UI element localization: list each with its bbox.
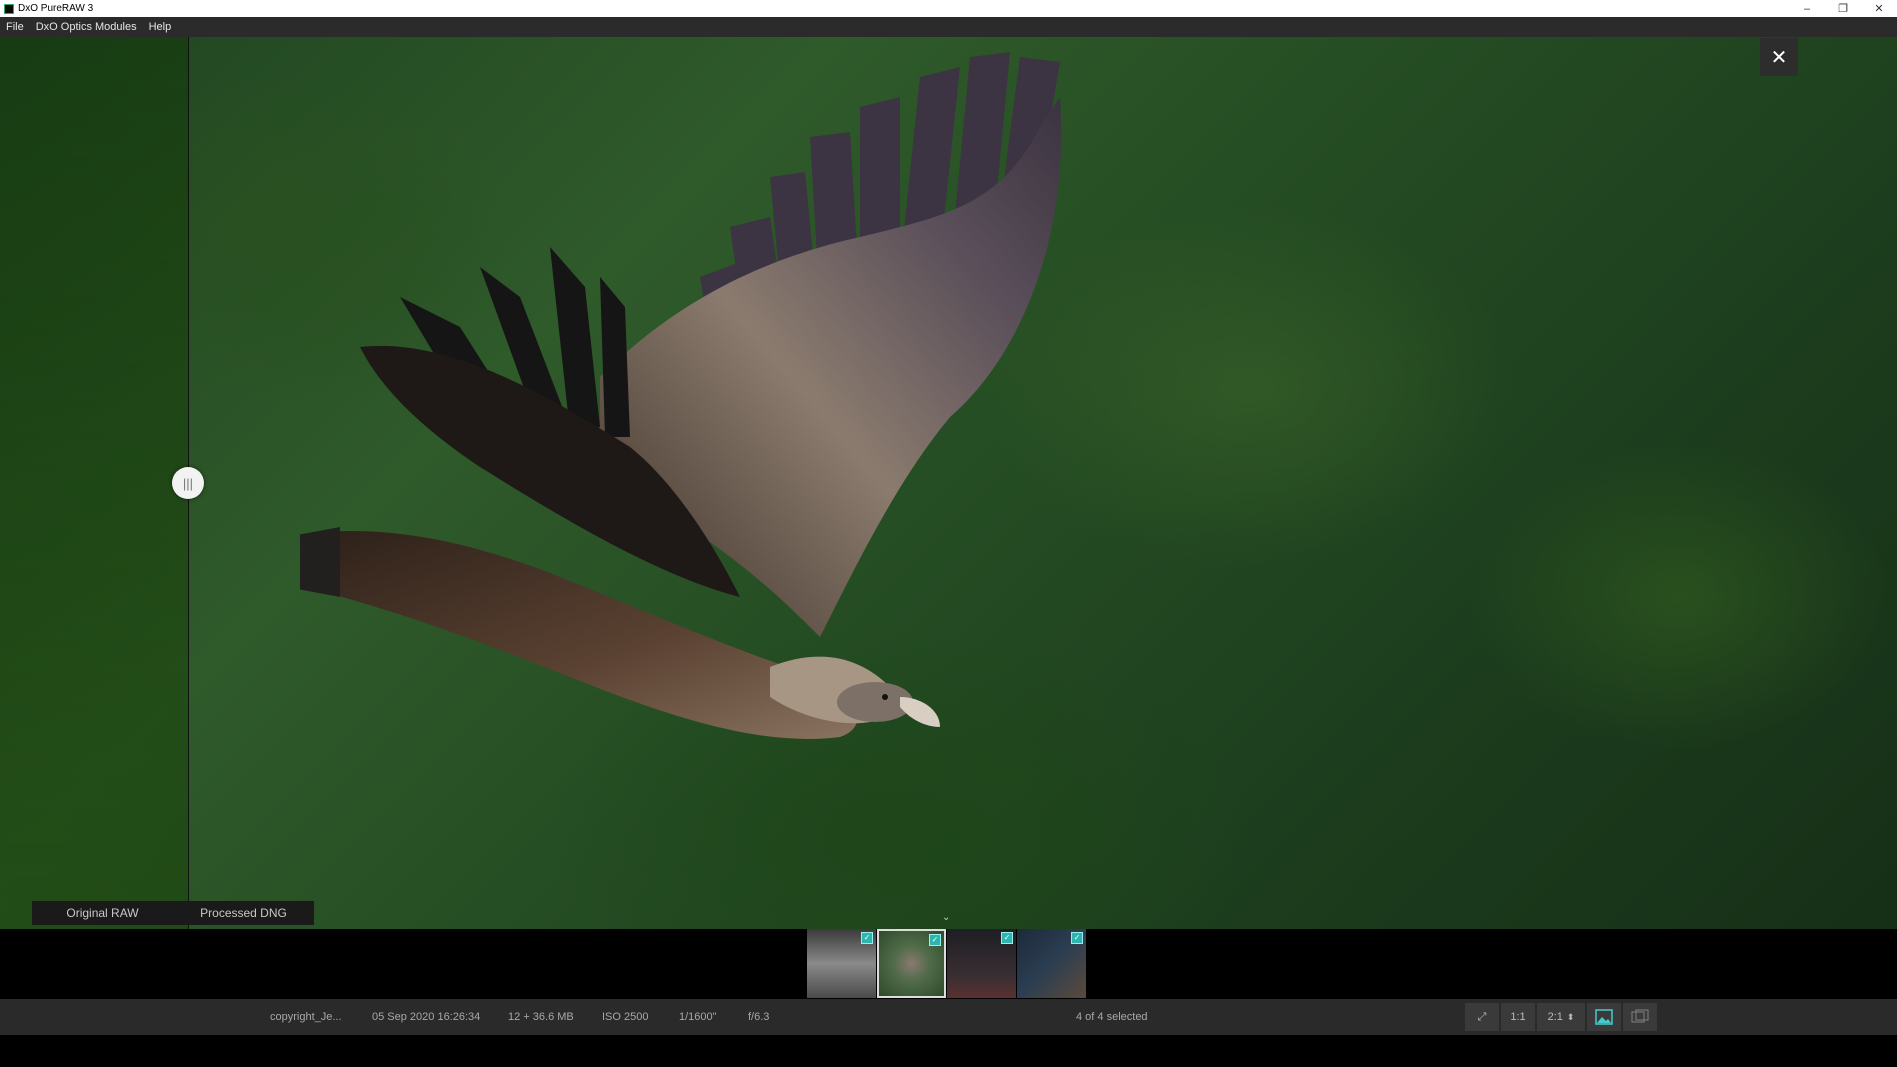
minimize-button[interactable]: – (1789, 0, 1825, 17)
single-view-icon[interactable] (1587, 1003, 1621, 1031)
window-controls: – ❐ ✕ (1789, 0, 1897, 17)
menu-file[interactable]: File (0, 21, 30, 33)
filmstrip: ✓ ✓ ✓ ✓ (0, 929, 1897, 999)
image-icon (1595, 1009, 1613, 1025)
fit-to-screen-icon[interactable]: ⤢ (1465, 1003, 1499, 1031)
image-viewer[interactable]: ||| ✕ Original RAW Processed DNG ⌄ (0, 37, 1897, 929)
menu-help[interactable]: Help (143, 21, 178, 33)
menu-bar: File DxO Optics Modules Help (0, 17, 1897, 38)
menu-dxo-optics-modules[interactable]: DxO Optics Modules (30, 21, 143, 33)
capture-date-text: 05 Sep 2020 16:26:34 (372, 1011, 481, 1023)
checkbox-icon[interactable]: ✓ (861, 932, 873, 944)
thumb-4[interactable]: ✓ (1017, 929, 1086, 998)
status-bar: copyright_Je... 05 Sep 2020 16:26:34 12 … (0, 999, 1897, 1035)
thumb-2[interactable]: ✓ (877, 929, 946, 998)
window-title: DxO PureRAW 3 (18, 3, 94, 14)
zoom-arrows-icon: ⬍ (1566, 1011, 1575, 1022)
collapse-filmstrip-chevron-icon[interactable]: ⌄ (942, 912, 950, 923)
filename-text: copyright_Je... (270, 1011, 342, 1023)
close-viewer-button[interactable]: ✕ (1760, 38, 1798, 76)
aperture-text: f/6.3 (748, 1011, 770, 1023)
app-icon (4, 3, 14, 14)
zoom-1-1-button[interactable]: 1:1 (1501, 1003, 1535, 1031)
checkbox-icon[interactable]: ✓ (1001, 932, 1013, 944)
window-close-button[interactable]: ✕ (1861, 0, 1897, 17)
zoom-select[interactable]: 2:1 ⬍ (1537, 1003, 1585, 1031)
zoom-value: 2:1 (1547, 1011, 1563, 1023)
thumb-1[interactable]: ✓ (807, 929, 876, 998)
iso-text: ISO 2500 (602, 1011, 649, 1023)
checkbox-icon[interactable]: ✓ (1071, 932, 1083, 944)
processed-dng-label: Processed DNG (200, 906, 287, 920)
vulture-photo (300, 52, 1062, 739)
view-tools: ⤢ 1:1 2:1 ⬍ (1465, 999, 1657, 1035)
shutter-text: 1/1600" (679, 1011, 717, 1023)
bottom-area (0, 1035, 1897, 1067)
original-raw-pane (0, 37, 189, 929)
compare-labels: Original RAW Processed DNG (32, 901, 314, 925)
file-size-text: 12 + 36.6 MB (508, 1011, 574, 1023)
compare-icon (1631, 1009, 1649, 1023)
split-handle[interactable]: ||| (172, 467, 204, 499)
checkbox-icon[interactable]: ✓ (929, 934, 941, 946)
title-bar: DxO PureRAW 3 – ❐ ✕ (0, 0, 1897, 17)
selection-count-text: 4 of 4 selected (1076, 1011, 1148, 1023)
thumb-3[interactable]: ✓ (947, 929, 1016, 998)
restore-button[interactable]: ❐ (1825, 0, 1861, 17)
compare-view-icon[interactable] (1623, 1003, 1657, 1031)
original-raw-label: Original RAW (66, 906, 139, 920)
